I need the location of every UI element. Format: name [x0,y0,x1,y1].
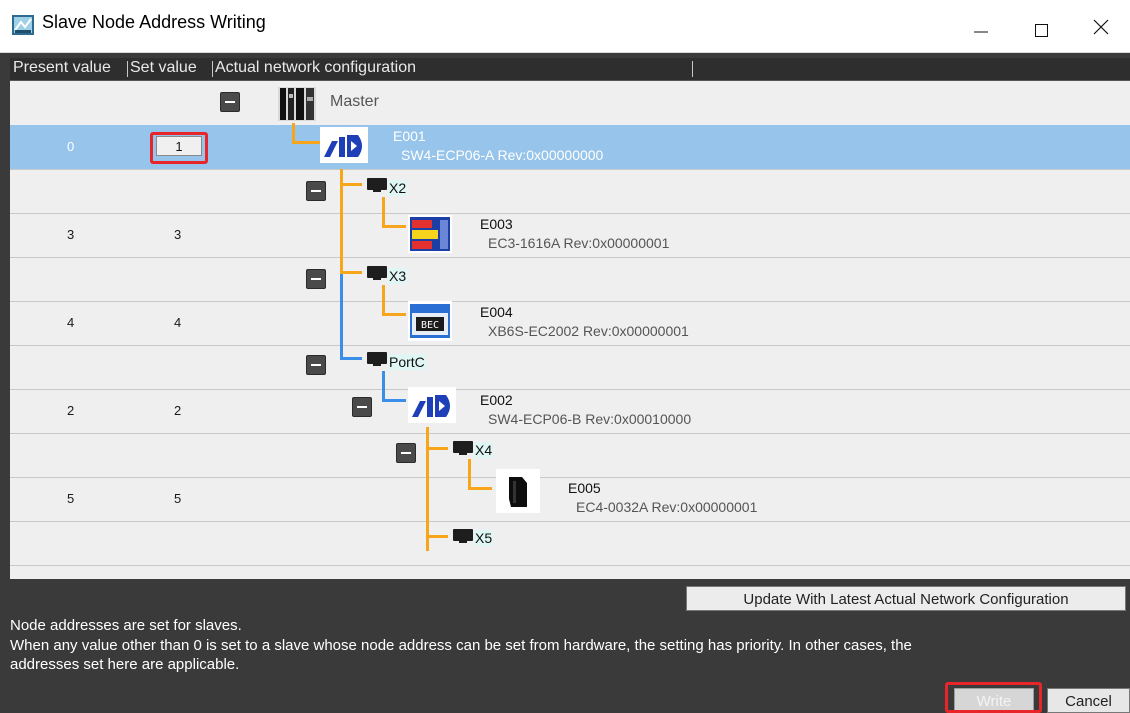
tree-row-e002[interactable]: 2 2 E002 SW4-ECP06-B Rev:0x00010000 [10,389,1130,434]
info-message-line: Node addresses are set for slaves. [10,617,242,634]
network-tree: 0 1 E001 SW4-ECP06-A Rev:0x00000000 3 3 … [10,81,1130,579]
tree-row-e003[interactable]: 3 3 E003 EC3-1616A Rev:0x00000001 [10,213,1130,258]
title-bar: Slave Node Address Writing [0,0,1130,53]
device-name: E005 [568,480,601,496]
collapse-toggle-portc[interactable] [306,355,326,375]
collapse-toggle-x4[interactable] [396,443,416,463]
port-label: X5 [474,530,494,546]
tree-connector [382,313,406,316]
info-message-line: When any value other than 0 is set to a … [10,637,912,654]
master-controller-icon [278,87,316,121]
present-value: 0 [67,139,75,154]
ethernet-port-icon [367,178,387,192]
tree-row-port-x3[interactable] [10,257,1130,302]
expansion-module-icon: BEC [408,301,452,341]
device-name: E001 [393,128,426,144]
tree-row-port-x4[interactable] [10,433,1130,478]
tree-connector [382,371,385,401]
tree-row-port-x2[interactable] [10,169,1130,214]
ethernet-port-icon [453,529,473,543]
column-divider[interactable] [127,61,128,77]
tree-connector [426,535,448,538]
tree-row-e004[interactable]: 4 4 E004 XB6S-EC2002 Rev:0x00000001 [10,301,1130,346]
present-value: 3 [67,227,75,242]
tree-connector [340,271,362,274]
tree-row-e005[interactable]: 5 5 E005 EC4-0032A Rev:0x00000001 [10,477,1130,522]
slave-node-address-dialog: Slave Node Address Writing Present value… [0,0,1130,713]
tree-connector [340,271,343,359]
io-module-icon [408,215,452,253]
device-model: XB6S-EC2002 Rev:0x00000001 [488,323,689,339]
device-name: E002 [480,392,513,408]
collapse-toggle-e002[interactable] [352,397,372,417]
column-divider[interactable] [692,61,693,77]
column-divider[interactable] [212,61,213,77]
set-value-input[interactable]: 4 [174,315,181,330]
window-title: Slave Node Address Writing [42,12,266,32]
column-header: Present value Set value Actual network c… [10,58,1130,81]
set-value-highlight [150,132,208,164]
cancel-button[interactable]: Cancel [1047,688,1130,713]
info-message-line: addresses set here are applicable. [10,656,240,673]
tree-connector [292,141,322,144]
tree-connector [426,427,429,551]
present-value: 4 [67,315,75,330]
tree-connector [340,183,362,186]
write-button-highlight [945,682,1042,713]
present-value: 2 [67,403,75,418]
port-label: X4 [474,442,494,458]
device-model: EC4-0032A Rev:0x00000001 [576,499,758,515]
ethernet-port-icon [367,266,387,280]
minimize-button[interactable] [950,0,1010,52]
present-value: 5 [67,491,75,506]
slim-module-icon [496,469,540,513]
coupler-device-icon [320,127,368,163]
collapse-toggle-master[interactable] [220,92,240,112]
collapse-toggle-x3[interactable] [306,269,326,289]
set-value-input[interactable]: 5 [174,491,181,506]
close-icon [1093,19,1109,35]
set-value-input[interactable]: 3 [174,227,181,242]
set-value-input[interactable]: 2 [174,403,181,418]
update-configuration-button[interactable]: Update With Latest Actual Network Config… [686,586,1126,611]
port-label: PortC [388,354,426,370]
tree-connector [382,225,406,228]
tree-connector [382,197,385,227]
tree-connector [292,123,295,143]
device-name: E004 [480,304,513,320]
device-name: E003 [480,216,513,232]
tree-connector [340,357,362,360]
minimize-icon [974,31,988,33]
tree-connector [468,459,471,489]
close-button[interactable] [1072,0,1130,52]
tree-connector [382,285,385,315]
port-label: X2 [388,180,408,196]
coupler-device-icon [408,387,456,423]
maximize-icon [1035,24,1048,37]
tree-row-port-portc[interactable] [10,345,1130,390]
column-network-configuration[interactable]: Actual network configuration [215,59,416,77]
master-label: Master [330,93,379,110]
maximize-button[interactable] [1011,0,1071,52]
ethernet-port-icon [453,441,473,455]
column-set-value[interactable]: Set value [130,59,197,77]
tree-row-master[interactable] [10,81,1130,126]
collapse-toggle-x2[interactable] [306,181,326,201]
device-model: SW4-ECP06-B Rev:0x00010000 [488,411,692,427]
ethernet-port-icon [367,352,387,366]
tree-connector [426,447,448,450]
column-present-value[interactable]: Present value [13,59,111,77]
svg-text:BEC: BEC [421,320,439,331]
device-model: SW4-ECP06-A Rev:0x00000000 [401,147,604,163]
network-window-icon [12,15,34,35]
tree-row-port-x5[interactable] [10,521,1130,566]
tree-connector [382,399,406,402]
port-label: X3 [388,268,408,284]
device-model: EC3-1616A Rev:0x00000001 [488,235,670,251]
tree-connector [468,487,492,490]
